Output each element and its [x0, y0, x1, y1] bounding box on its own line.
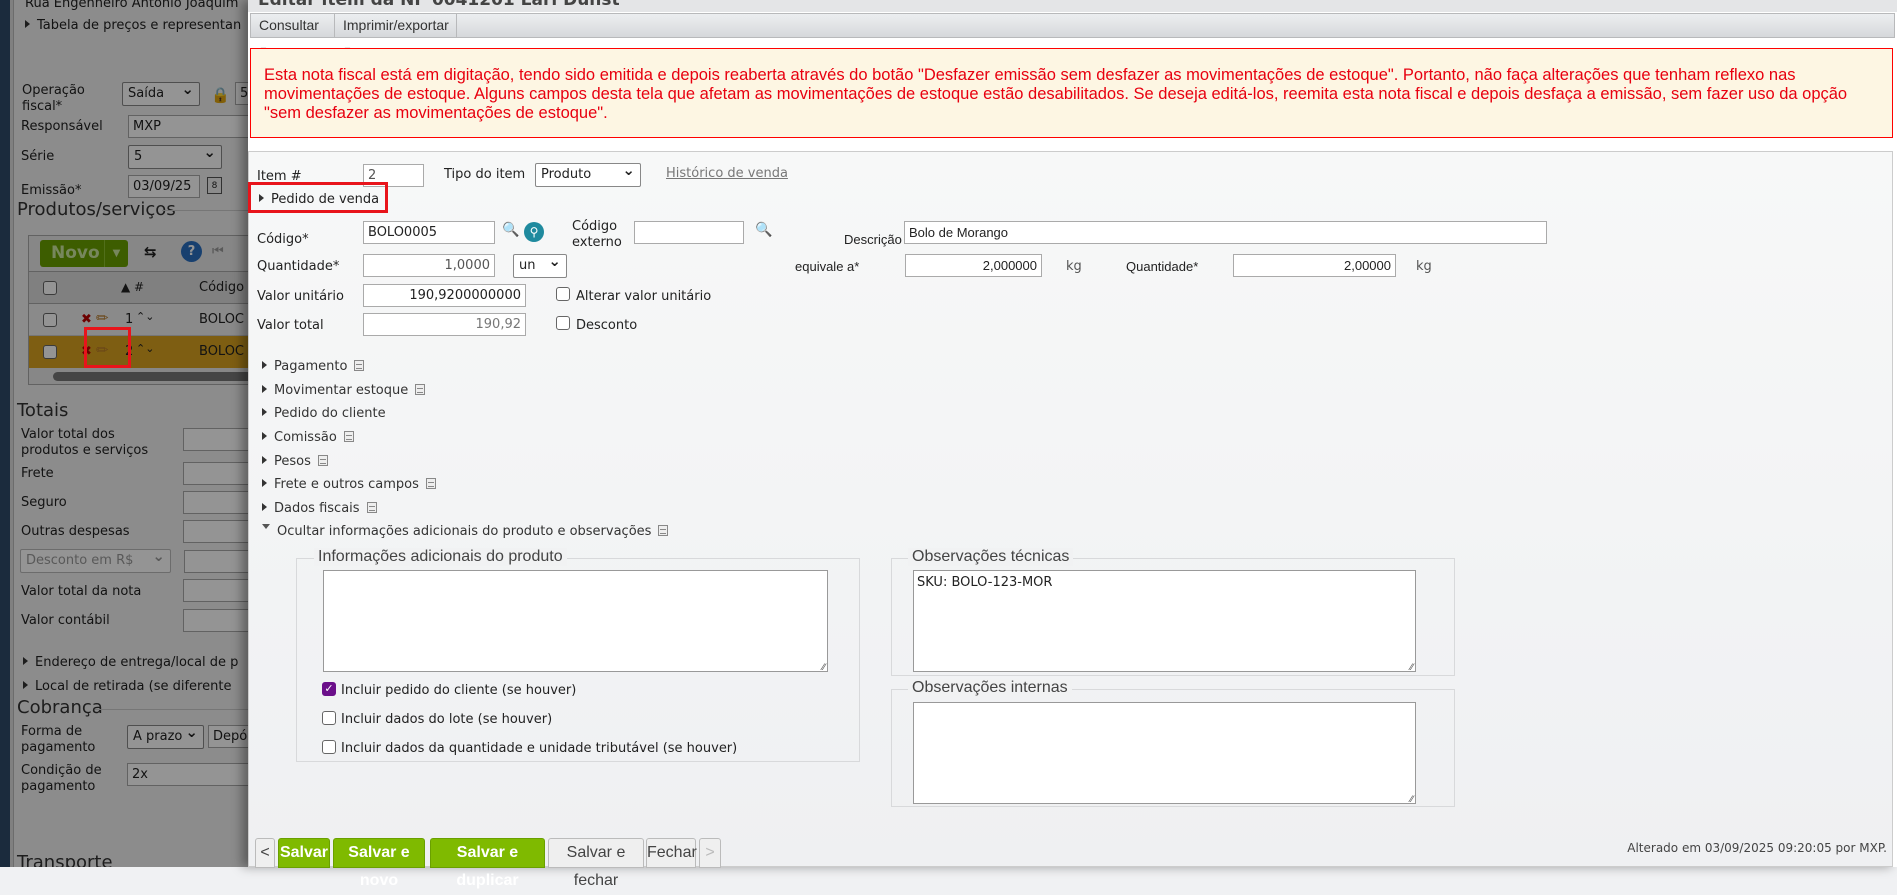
previous-item-button[interactable]: <: [255, 838, 275, 868]
incluir-pedido-checkbox[interactable]: ✓: [322, 682, 336, 696]
desconto-label: Desconto: [576, 318, 638, 333]
codigo-input[interactable]: BOLO0005: [363, 221, 495, 244]
section-label: Movimentar estoque: [274, 383, 409, 398]
dialog-titlebar: Editar item da NF 0041201 Lari Dunst: [248, 0, 1897, 12]
quantidade-tributavel-unit: kg: [1416, 259, 1432, 274]
consultar-menu[interactable]: Consultar ▼: [251, 14, 335, 55]
section-movimentar-estoque[interactable]: Movimentar estoque: [262, 383, 426, 398]
product-lookup-icon[interactable]: ⚲: [524, 222, 544, 242]
section-label: Dados fiscais: [274, 501, 360, 516]
codigo-externo-input[interactable]: [634, 221, 744, 244]
consultar-label: Consultar: [259, 17, 319, 33]
codigo-label: Código*: [257, 232, 309, 247]
section-pagamento[interactable]: Pagamento: [262, 359, 365, 374]
next-item-button[interactable]: >: [699, 838, 721, 868]
document-icon: [317, 455, 328, 466]
search-icon[interactable]: 🔍: [502, 222, 519, 238]
descricao-label: Descrição: [844, 232, 902, 247]
modal-overlay[interactable]: [0, 0, 250, 867]
equivale-label: equivale a*: [795, 259, 860, 274]
incluir-lote-checkbox[interactable]: [322, 711, 336, 725]
valor-unitario-label: Valor unitário: [257, 289, 344, 304]
quantidade-tributavel-input[interactable]: 2,00000: [1233, 254, 1396, 277]
edit-item-dialog: Editar item da NF 0041201 Lari Dunst Con…: [248, 0, 1897, 889]
equivale-unit: kg: [1066, 259, 1082, 274]
quantidade-label: Quantidade*: [257, 259, 340, 274]
warning-message: Esta nota fiscal está em digitação, tend…: [250, 48, 1893, 138]
imprimir-menu[interactable]: Imprimir/exportar ▼: [335, 14, 457, 55]
descricao-input[interactable]: Bolo de Morango: [904, 221, 1547, 244]
codigo-externo-label: Código externo: [572, 219, 622, 250]
document-icon: [343, 431, 354, 442]
valor-total-input[interactable]: 190,92: [363, 313, 526, 336]
obs-tecnicas-textarea[interactable]: SKU: BOLO-123-MOR: [913, 570, 1416, 673]
highlight-edit-icon: [84, 327, 131, 368]
incluir-pedido-label: Incluir pedido do cliente (se houver): [341, 683, 577, 698]
desconto-checkbox[interactable]: [556, 316, 570, 330]
info-adicionais-textarea[interactable]: [323, 570, 828, 673]
dialog-toolbar: Consultar ▼ Imprimir/exportar ▼: [250, 13, 1895, 55]
unidade-select[interactable]: un: [513, 253, 567, 278]
imprimir-label: Imprimir/exportar: [343, 17, 449, 33]
valor-unitario-input[interactable]: 190,9200000000: [363, 284, 526, 307]
document-icon: [425, 478, 436, 489]
fechar-button[interactable]: Fechar: [646, 838, 697, 868]
historico-venda-link[interactable]: Histórico de venda: [666, 166, 788, 182]
section-pedido-cliente[interactable]: Pedido do cliente: [262, 406, 386, 421]
tipo-item-select[interactable]: Produto: [535, 162, 641, 187]
document-icon: [354, 360, 365, 371]
equivale-input[interactable]: 2,000000: [905, 254, 1042, 277]
quantidade-input[interactable]: 1,0000: [363, 254, 495, 277]
salvar-fechar-button[interactable]: Salvar e fechar: [548, 838, 644, 889]
section-label: Pedido do cliente: [274, 406, 386, 421]
section-label: Pagamento: [274, 359, 348, 374]
section-label: Pesos: [274, 454, 311, 469]
section-comissao[interactable]: Comissão: [262, 430, 354, 445]
obs-internas-title: Observações internas: [908, 679, 1072, 697]
document-icon: [658, 525, 669, 536]
section-label: Comissão: [274, 430, 337, 445]
incluir-quantidade-label: Incluir dados da quantidade e unidade tr…: [341, 741, 738, 756]
last-modified-status: Alterado em 03/09/2025 09:20:05 por MXP.: [1627, 841, 1887, 855]
search-icon[interactable]: 🔍: [755, 222, 772, 238]
alterar-valor-label: Alterar valor unitário: [576, 289, 712, 304]
obs-internas-textarea[interactable]: [913, 702, 1416, 805]
section-frete[interactable]: Frete e outros campos: [262, 477, 436, 492]
salvar-button[interactable]: Salvar: [278, 838, 330, 868]
obs-tecnicas-title: Observações técnicas: [908, 548, 1074, 566]
quantidade-tributavel-label: Quantidade*: [1126, 259, 1199, 274]
section-label: Ocultar informações adicionais do produt…: [277, 524, 652, 539]
salvar-duplicar-button[interactable]: Salvar e duplicar: [430, 838, 545, 889]
document-icon: [366, 502, 377, 513]
tipo-item-label: Tipo do item: [444, 167, 526, 182]
document-icon: [415, 384, 426, 395]
info-adicionais-title: Informações adicionais do produto: [314, 548, 567, 566]
section-label: Frete e outros campos: [274, 477, 419, 492]
dialog-title: Editar item da NF 0041201 Lari Dunst: [258, 0, 620, 10]
valor-total-label: Valor total: [257, 318, 324, 333]
highlight-pedido-venda: [248, 182, 388, 213]
section-dados-fiscais[interactable]: Dados fiscais: [262, 501, 377, 516]
salvar-novo-button[interactable]: Salvar e novo: [333, 838, 425, 889]
incluir-quantidade-checkbox[interactable]: [322, 740, 336, 754]
section-pesos[interactable]: Pesos: [262, 454, 328, 469]
item-form: Item # 2 Tipo do item Produto Histórico …: [248, 151, 1893, 867]
alterar-valor-checkbox[interactable]: [556, 287, 570, 301]
incluir-lote-label: Incluir dados do lote (se houver): [341, 712, 553, 727]
section-ocultar-informacoes[interactable]: Ocultar informações adicionais do produt…: [262, 524, 669, 539]
